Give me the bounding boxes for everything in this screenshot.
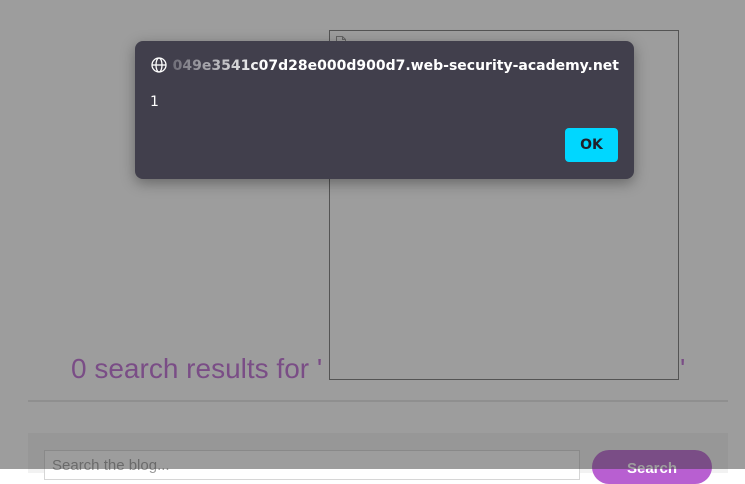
alert-origin: 0a5c0067049e3541c07d28e000d900d7.web-sec… xyxy=(173,57,619,75)
alert-dialog: 0a5c0067049e3541c07d28e000d900d7.web-sec… xyxy=(135,41,634,179)
globe-icon xyxy=(151,57,167,73)
alert-origin-text: 0a5c0067049e3541c07d28e000d900d7.web-sec… xyxy=(173,58,619,74)
ok-button[interactable]: OK xyxy=(565,128,618,162)
alert-message: 1 xyxy=(150,94,159,110)
